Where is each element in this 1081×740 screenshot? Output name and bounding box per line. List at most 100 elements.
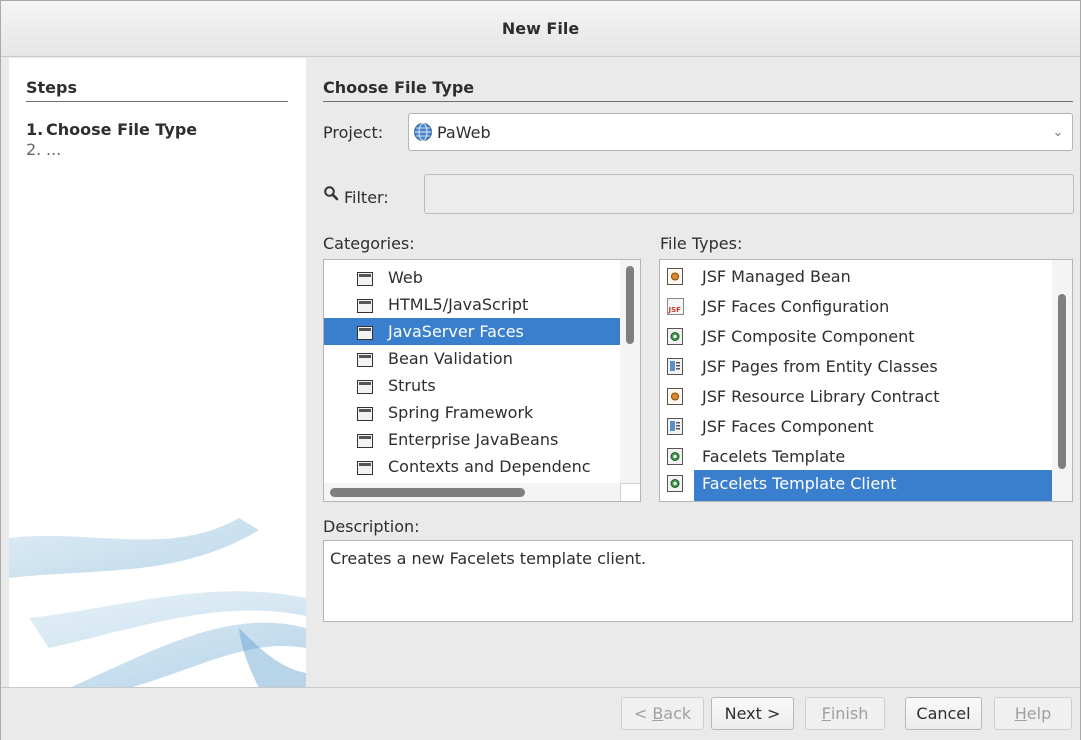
file-type-item[interactable]: JSF Managed Bean bbox=[660, 263, 1053, 290]
file-type-label: Facelets Template Client bbox=[702, 474, 897, 493]
folder-icon bbox=[357, 460, 373, 475]
file-type-item[interactable]: JSF Pages from Entity Classes bbox=[660, 353, 1053, 380]
description-text: Creates a new Facelets template client. bbox=[330, 549, 647, 568]
folder-icon bbox=[357, 406, 373, 421]
pages-icon bbox=[667, 358, 684, 375]
facelet-icon bbox=[667, 328, 684, 345]
file-type-item[interactable]: Facelets Template bbox=[660, 443, 1053, 470]
globe-icon bbox=[414, 123, 432, 141]
category-label: Bean Validation bbox=[388, 349, 513, 368]
choose-file-type-panel: Choose File Type Project: PaWeb ⌄ Filter… bbox=[307, 58, 1080, 687]
file-types-list[interactable]: JSF Managed Bean JSF JSF Faces Configurat… bbox=[659, 259, 1073, 502]
step-number: 1. bbox=[26, 120, 44, 139]
next-button[interactable]: Next > bbox=[711, 697, 794, 730]
back-label-prefix: < bbox=[633, 704, 653, 723]
dialog-titlebar: New File bbox=[1, 1, 1080, 57]
project-value: PaWeb bbox=[437, 122, 491, 142]
step-label: ... bbox=[46, 140, 62, 159]
file-types-label: File Types: bbox=[660, 234, 743, 253]
description-box: Creates a new Facelets template client. bbox=[323, 540, 1073, 622]
finish-button[interactable]: Finish bbox=[805, 697, 885, 730]
file-type-label: JSF Managed Bean bbox=[702, 267, 851, 286]
back-label-rest: ack bbox=[663, 704, 692, 723]
file-type-label: JSF Faces Configuration bbox=[702, 297, 890, 316]
facelet-icon bbox=[667, 475, 684, 492]
jsf-config-icon: JSF bbox=[667, 298, 684, 315]
scrollbar-thumb[interactable] bbox=[330, 488, 525, 497]
category-item[interactable]: Spring Framework bbox=[324, 399, 621, 426]
new-file-dialog: New File Steps 1. Choose File Type 2.... … bbox=[0, 0, 1081, 740]
cancel-label: Cancel bbox=[916, 704, 971, 723]
category-item[interactable]: Web bbox=[324, 264, 621, 291]
file-type-item[interactable]: JSF JSF Faces Configuration bbox=[660, 293, 1053, 320]
chevron-down-icon[interactable]: ⌄ bbox=[1044, 114, 1072, 150]
next-label: Next > bbox=[724, 704, 781, 723]
category-item[interactable]: Enterprise JavaBeans bbox=[324, 426, 621, 453]
file-type-label: Facelets Template bbox=[702, 447, 846, 466]
file-types-vertical-scrollbar[interactable] bbox=[1052, 260, 1072, 501]
dialog-title: New File bbox=[501, 19, 580, 38]
description-label: Description: bbox=[323, 517, 420, 536]
folder-icon bbox=[357, 271, 373, 286]
file-type-item[interactable]: JSF Resource Library Contract bbox=[660, 383, 1053, 410]
folder-icon bbox=[357, 352, 373, 367]
category-label: Spring Framework bbox=[388, 403, 534, 422]
netbeans-watermark-graphic bbox=[9, 518, 306, 687]
file-type-label: JSF Resource Library Contract bbox=[702, 387, 940, 406]
category-label: HTML5/JavaScript bbox=[388, 295, 529, 314]
scrollbar-thumb[interactable] bbox=[626, 266, 634, 344]
help-label-mnemonic: H bbox=[1014, 704, 1027, 723]
category-label: Contexts and Dependenc bbox=[388, 457, 591, 476]
finish-label-rest: inish bbox=[830, 704, 869, 723]
step-label: Choose File Type bbox=[46, 120, 198, 139]
file-type-label: JSF Composite Component bbox=[702, 327, 915, 346]
file-type-item[interactable]: JSF Composite Component bbox=[660, 323, 1053, 350]
svg-text:JSF: JSF bbox=[668, 306, 682, 314]
step-choose-file-type: 1. Choose File Type bbox=[26, 120, 197, 139]
categories-label: Categories: bbox=[323, 234, 415, 253]
categories-horizontal-scrollbar[interactable] bbox=[324, 483, 622, 501]
file-type-label: JSF Faces Component bbox=[702, 417, 874, 436]
pages-icon bbox=[667, 418, 684, 435]
section-heading: Choose File Type bbox=[323, 78, 1073, 102]
category-item[interactable]: Struts bbox=[324, 372, 621, 399]
folder-icon bbox=[357, 325, 373, 340]
steps-heading: Steps bbox=[26, 78, 288, 102]
help-label-rest: elp bbox=[1026, 704, 1052, 723]
scrollbar-thumb[interactable] bbox=[1058, 294, 1066, 469]
filter-input[interactable] bbox=[424, 174, 1074, 214]
category-label: Enterprise JavaBeans bbox=[388, 430, 559, 449]
file-type-item[interactable]: JSF Faces Component bbox=[660, 413, 1053, 440]
finish-label-mnemonic: F bbox=[821, 704, 831, 723]
category-item-selected[interactable]: JavaServer Faces bbox=[324, 318, 621, 345]
categories-vertical-scrollbar[interactable] bbox=[620, 260, 640, 501]
category-label: Struts bbox=[388, 376, 436, 395]
category-label: Web bbox=[388, 268, 423, 287]
folder-icon bbox=[357, 433, 373, 448]
button-bar: < Back Next > Finish Cancel Help bbox=[1, 687, 1080, 740]
category-item[interactable]: Bean Validation bbox=[324, 345, 621, 372]
categories-list[interactable]: Web HTML5/JavaScript JavaServer Faces Be… bbox=[323, 259, 641, 502]
category-label: JavaServer Faces bbox=[384, 319, 528, 344]
step-next: 2.... bbox=[26, 140, 61, 159]
facelet-icon bbox=[667, 448, 684, 465]
back-label-mnemonic: B bbox=[652, 704, 664, 723]
bean-icon bbox=[667, 388, 684, 405]
filter-label: Filter: bbox=[344, 188, 389, 207]
folder-icon bbox=[357, 379, 373, 394]
folder-icon bbox=[357, 298, 373, 313]
project-combobox[interactable]: PaWeb ⌄ bbox=[408, 113, 1073, 151]
cancel-button[interactable]: Cancel bbox=[905, 697, 982, 730]
help-button[interactable]: Help bbox=[994, 697, 1072, 730]
category-item[interactable]: HTML5/JavaScript bbox=[324, 291, 621, 318]
category-item[interactable]: Contexts and Dependenc bbox=[324, 453, 621, 480]
scrollbar-corner bbox=[620, 483, 640, 501]
step-number: 2. bbox=[26, 140, 42, 159]
file-type-label: JSF Pages from Entity Classes bbox=[702, 357, 938, 376]
bean-icon bbox=[667, 268, 684, 285]
steps-panel: Steps 1. Choose File Type 2.... bbox=[9, 58, 306, 687]
file-type-item-selected[interactable]: Facelets Template Client bbox=[660, 470, 1053, 501]
project-label: Project: bbox=[323, 123, 384, 142]
back-button[interactable]: < Back bbox=[621, 697, 704, 730]
search-icon bbox=[324, 186, 339, 201]
